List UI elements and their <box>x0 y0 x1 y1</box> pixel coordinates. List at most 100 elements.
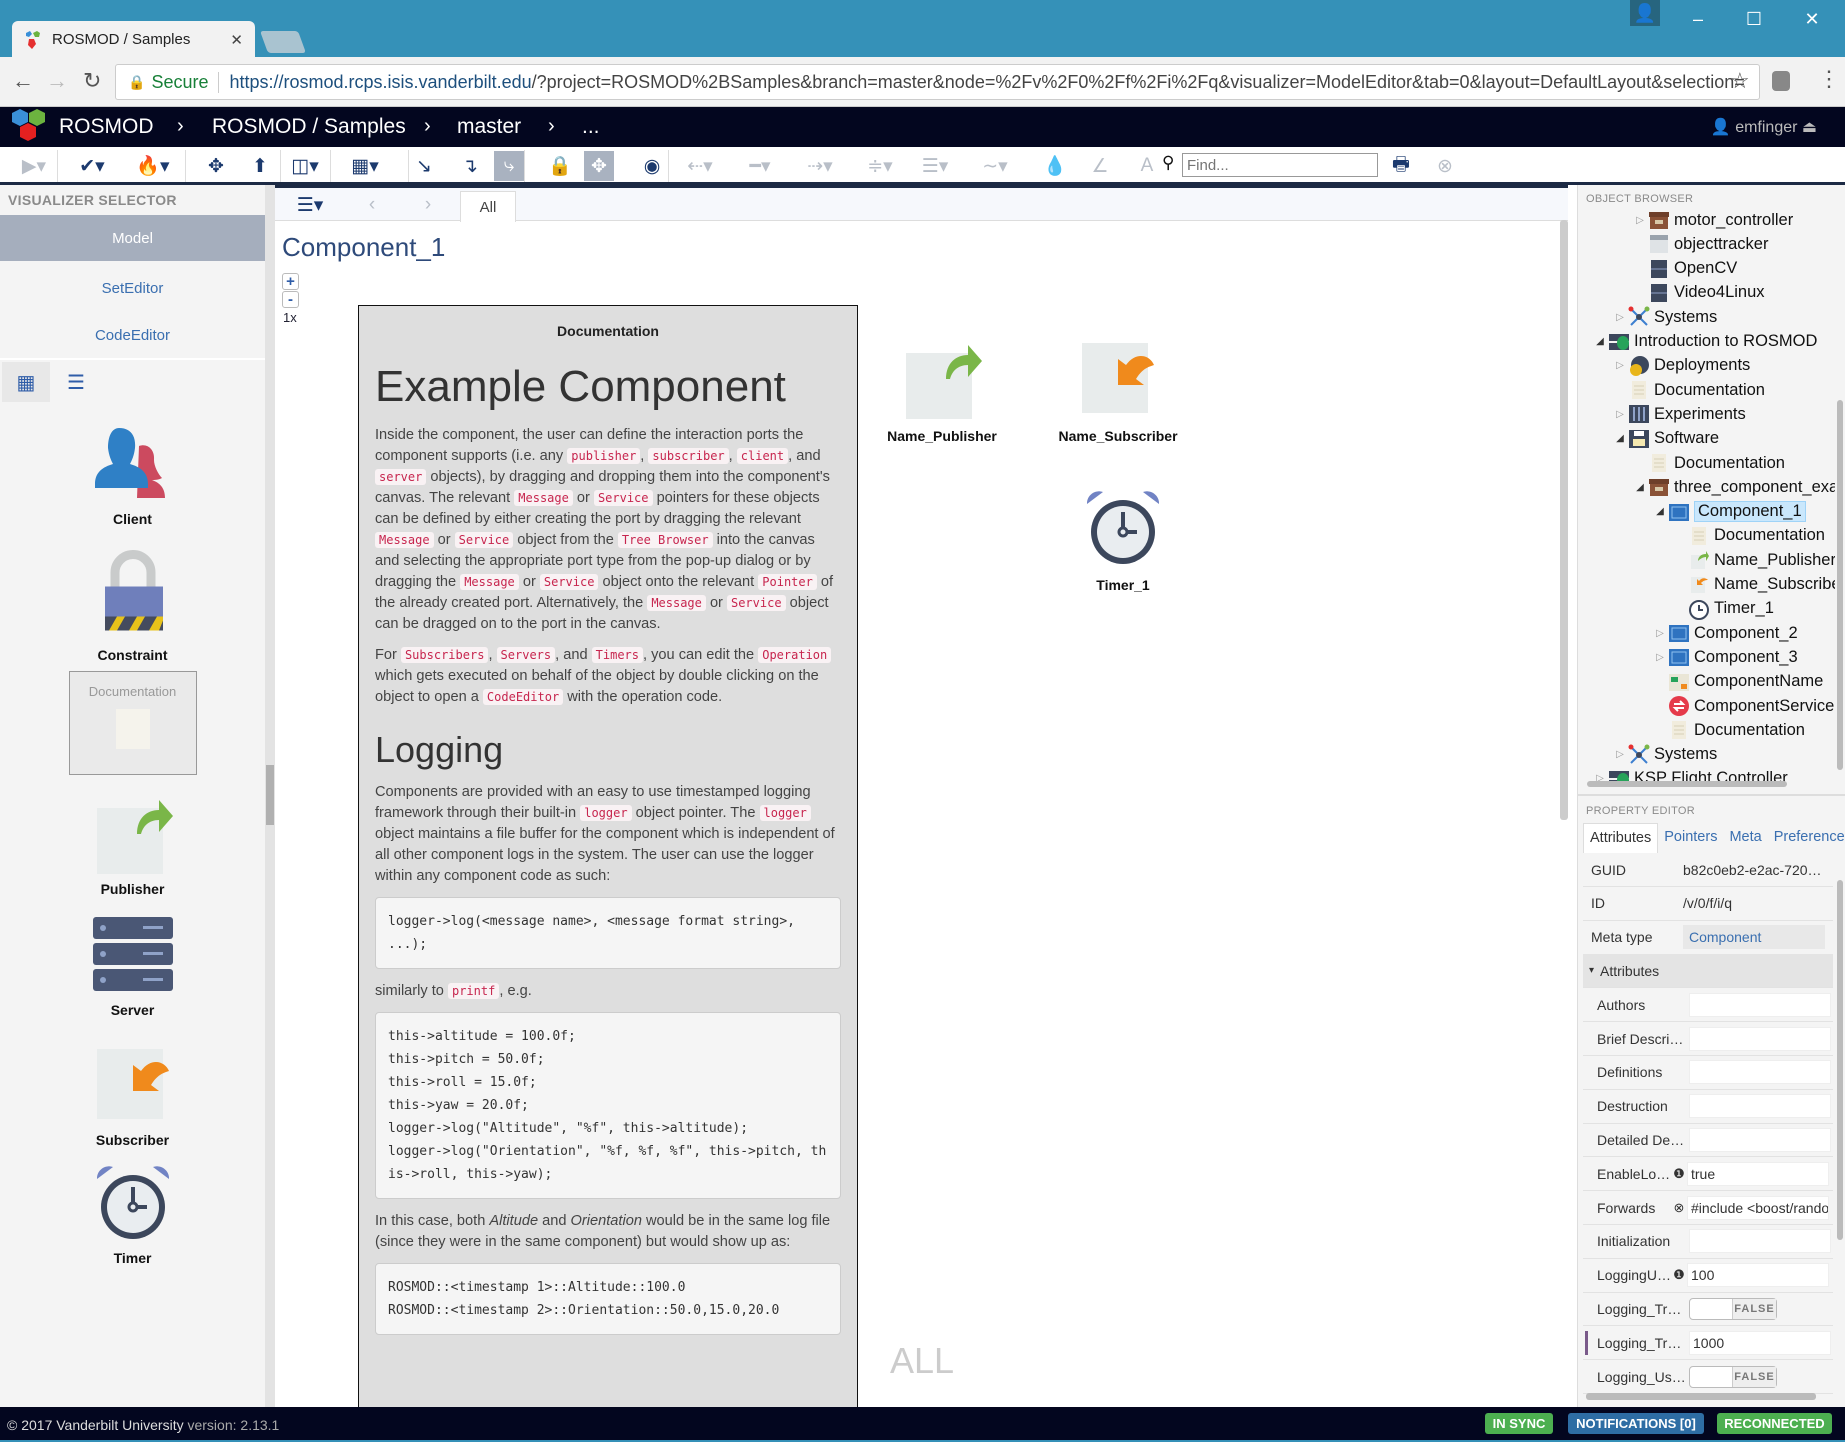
tree-item[interactable]: Documentation <box>1672 524 1825 548</box>
zoom-out-button[interactable]: - <box>282 291 299 308</box>
property-horizontal-scrollbar[interactable] <box>1586 1393 1816 1400</box>
play-icon[interactable]: ▶▾ <box>14 151 54 181</box>
tree-item[interactable]: ◢ Introduction to ROSMOD <box>1592 330 1817 354</box>
tab-next-icon[interactable]: › <box>418 190 438 220</box>
property-vertical-scrollbar[interactable] <box>1837 880 1843 1240</box>
warning-icon[interactable]: ❶ <box>1671 1267 1687 1283</box>
breadcrumb-more[interactable]: ... <box>582 115 600 139</box>
fire-icon[interactable]: 🔥▾ <box>133 151 173 181</box>
panel-splitter[interactable] <box>265 185 275 1407</box>
property-tab-pointers[interactable]: Pointers <box>1658 823 1723 853</box>
property-input[interactable] <box>1689 1060 1831 1085</box>
zoom-in-button[interactable]: + <box>282 273 299 290</box>
property-input[interactable] <box>1689 992 1831 1017</box>
palette-item-server[interactable]: Server <box>40 915 225 1018</box>
tree-item[interactable]: ComponentName <box>1652 670 1823 694</box>
app-name-link[interactable]: ROSMOD <box>59 115 154 139</box>
tree-item[interactable]: ▷ Systems <box>1612 305 1717 329</box>
tree-vertical-scrollbar[interactable] <box>1837 400 1843 770</box>
list-view-tab[interactable]: ☰ <box>52 362 100 402</box>
tree-item[interactable]: Documentation <box>1632 451 1785 475</box>
fill-color-icon[interactable]: 💧 <box>1035 151 1075 181</box>
font-icon[interactable]: A <box>1127 151 1167 181</box>
tree-item[interactable]: ▷ Component_3 <box>1652 645 1798 669</box>
tab-close-icon[interactable]: ✕ <box>230 31 243 49</box>
expanded-arrow-icon[interactable]: ◢ <box>1592 336 1608 347</box>
minimize-button[interactable]: – <box>1672 0 1724 38</box>
status-badge-reconnected[interactable]: RECONNECTED <box>1717 1413 1832 1434</box>
palette-item-subscriber[interactable]: Subscriber <box>40 1045 225 1148</box>
meta-type-link[interactable]: Component <box>1683 925 1825 950</box>
pen-icon[interactable]: ∠ <box>1080 151 1120 181</box>
collapsed-arrow-icon[interactable]: ▷ <box>1612 749 1628 760</box>
property-input[interactable] <box>1689 1127 1831 1152</box>
property-input[interactable]: #include <boost/random <box>1687 1195 1829 1220</box>
bookmark-star-icon[interactable]: ☆ <box>1730 68 1750 94</box>
move-all-icon[interactable]: ✥ <box>584 151 614 181</box>
status-badge-in-sync[interactable]: IN SYNC <box>1485 1413 1553 1434</box>
palette-item-client[interactable]: Client <box>40 424 225 527</box>
property-tab-preferences[interactable]: Preferences <box>1768 823 1845 853</box>
new-tab-button[interactable] <box>259 31 307 53</box>
tree-item[interactable]: ◢ Software <box>1612 427 1719 451</box>
line-pattern-icon[interactable]: ☰▾ <box>915 151 955 181</box>
tab-all[interactable]: All <box>460 191 516 222</box>
expanded-arrow-icon[interactable]: ◢ <box>1652 506 1668 517</box>
connect-arrow-icon[interactable]: ↘ <box>404 151 444 181</box>
eye-icon[interactable]: ◉ <box>632 151 672 181</box>
grid-view-tab[interactable]: ▦ <box>2 362 50 402</box>
curve-icon[interactable]: ∼▾ <box>975 151 1015 181</box>
tab-list-menu-icon[interactable]: ☰▾ <box>292 190 328 220</box>
tree-item[interactable]: objecttracker <box>1632 232 1768 256</box>
property-input[interactable]: true <box>1687 1161 1829 1186</box>
collapsed-arrow-icon[interactable]: ▷ <box>1612 360 1628 371</box>
tree-item[interactable]: OpenCV <box>1632 257 1737 281</box>
collapsed-arrow-icon[interactable]: ▷ <box>1612 312 1628 323</box>
breadcrumb-project[interactable]: ROSMOD / Samples <box>212 115 406 139</box>
palette-item-publisher[interactable]: Publisher <box>40 794 225 897</box>
forward-icon[interactable]: → <box>46 68 68 94</box>
extension-icon[interactable] <box>1772 71 1790 91</box>
tree-item[interactable]: Documentation <box>1652 718 1805 742</box>
collapsed-arrow-icon[interactable]: ▷ <box>1652 628 1668 639</box>
property-toggle[interactable]: FALSE <box>1689 1365 1777 1388</box>
warning-icon[interactable]: ❶ <box>1671 1166 1687 1182</box>
tree-item[interactable]: ▷ motor_controller <box>1632 208 1793 232</box>
property-tab-attributes[interactable]: Attributes <box>1583 823 1659 853</box>
property-tab-meta[interactable]: Meta <box>1723 823 1767 853</box>
collapsed-arrow-icon[interactable]: ▷ <box>1632 215 1648 226</box>
user-menu[interactable]: 👤 emfinger ⏏ <box>1711 117 1817 137</box>
reload-icon[interactable]: ↻ <box>83 68 101 94</box>
close-window-button[interactable]: ✕ <box>1786 0 1838 38</box>
tree-item[interactable]: ◢ Component_1 <box>1652 500 1806 524</box>
canvas-node-name_publisher[interactable]: Name_Publisher <box>882 339 1002 444</box>
tree-item[interactable]: Name_Subscriber <box>1672 573 1835 597</box>
tree-item[interactable]: ▷ Deployments <box>1612 354 1750 378</box>
property-input[interactable] <box>1689 1229 1831 1254</box>
layout-icon[interactable]: ◫▾ <box>285 151 325 181</box>
browser-tab[interactable]: ROSMOD / Samples ✕ <box>12 21 255 58</box>
tree-horizontal-scrollbar[interactable] <box>1587 781 1787 787</box>
browser-menu-icon[interactable]: ⋮ <box>1818 66 1840 92</box>
expanded-arrow-icon[interactable]: ◢ <box>1612 433 1628 444</box>
canvas-node-name_subscriber[interactable]: Name_Subscriber <box>1058 339 1178 444</box>
tree-item[interactable]: Name_Publisher <box>1672 548 1835 572</box>
palette-item-constraint[interactable]: Constraint <box>40 545 225 663</box>
breadcrumb-branch[interactable]: master <box>457 115 521 139</box>
tree-item[interactable]: ▷ Systems <box>1612 743 1717 767</box>
elbow-arrow-icon[interactable]: ↴ <box>450 151 490 181</box>
attributes-group-header[interactable]: Attributes <box>1600 963 1659 979</box>
tree-item[interactable]: ◢ three_component_example <box>1632 475 1835 499</box>
align-icon[interactable]: ≑▾ <box>860 151 900 181</box>
arrow-right-icon[interactable]: ⇢▾ <box>800 151 840 181</box>
visualizer-codeeditor[interactable]: CodeEditor <box>0 312 265 358</box>
check-icon[interactable]: ✔▾ <box>72 151 112 181</box>
property-input[interactable]: 1000 <box>1689 1330 1831 1355</box>
arrow-left-icon[interactable]: ⇠▾ <box>680 151 720 181</box>
property-input[interactable]: 100 <box>1687 1263 1829 1288</box>
upload-icon[interactable]: ⬆ <box>240 151 280 181</box>
url-input[interactable]: 🔒 Secure https://rosmod.rcps.isis.vander… <box>115 64 1760 100</box>
tab-prev-icon[interactable]: ‹ <box>362 190 382 220</box>
print-icon[interactable]: 🖶 <box>1388 151 1414 181</box>
property-toggle[interactable]: FALSE <box>1689 1297 1777 1320</box>
